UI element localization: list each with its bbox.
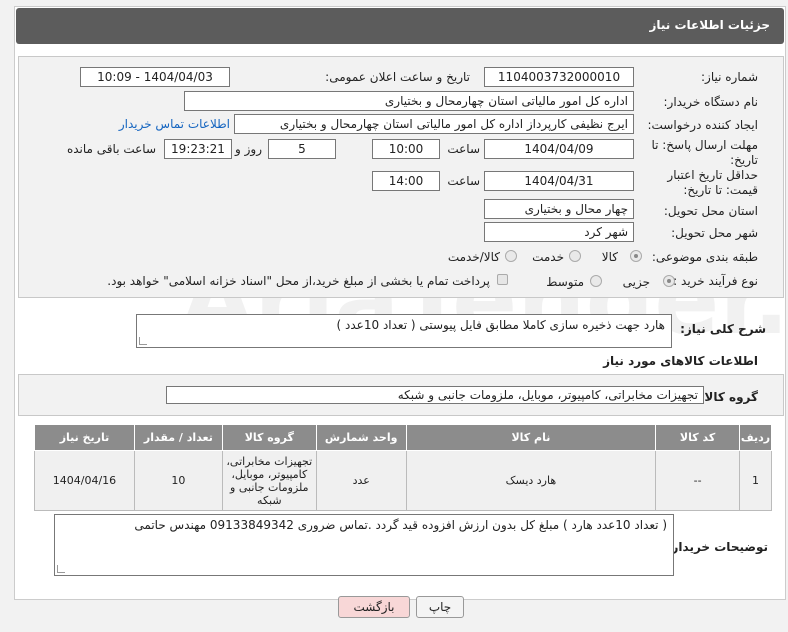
reply-deadline-label: مهلت ارسال پاسخ: تا تاریخ: <box>651 138 758 167</box>
buyer-notes-text: ( تعداد 10عدد هارد ) مبلغ کل بدون ارزش ا… <box>134 518 667 532</box>
price-validity-time: 14:00 <box>372 171 440 191</box>
description-textarea[interactable]: هارد جهت ذخیره سازی کاملا مطابق فایل پیو… <box>136 314 672 348</box>
goods-group-field: تجهیزات مخابراتی، کامپیوتر، موبایل، ملزو… <box>166 386 704 404</box>
description-text: هارد جهت ذخیره سازی کاملا مطابق فایل پیو… <box>336 318 665 332</box>
category-label: طبقه بندی موضوعی: <box>651 250 758 264</box>
table-header-row: ردیف کد کالا نام کالا واحد شمارش گروه کا… <box>34 424 772 451</box>
treasury-note: پرداخت تمام یا بخشی از مبلغ خرید،از محل … <box>107 274 490 288</box>
table-row[interactable]: 1 -- هارد دیسک عدد تجهیزات مخابراتی، کام… <box>34 450 772 511</box>
back-button[interactable]: بازگشت <box>338 596 410 618</box>
cell-unit: عدد <box>315 450 407 511</box>
announce-datetime-label: تاریخ و ساعت اعلان عمومی: <box>325 70 470 84</box>
announce-datetime-field: 1404/04/03 - 10:09 <box>80 67 230 87</box>
category-radio-goods-service[interactable] <box>505 250 517 262</box>
col-goods-group: گروه کالا <box>221 424 317 451</box>
items-table: ردیف کد کالا نام کالا واحد شمارش گروه کا… <box>34 424 772 511</box>
buyer-notes-textarea[interactable]: ( تعداد 10عدد هارد ) مبلغ کل بدون ارزش ا… <box>54 514 674 576</box>
reply-days-label: روز و <box>235 142 262 156</box>
page-header: جزئیات اطلاعات نیاز <box>16 8 784 44</box>
price-validity-label: حداقل تاریخ اعتبار قیمت: تا تاریخ: <box>667 168 758 197</box>
col-need-date: تاریخ نیاز <box>34 424 135 451</box>
remaining-time-field: 19:23:21 <box>164 139 232 159</box>
cell-row-number: 1 <box>739 450 772 511</box>
category-option-goods: کالا <box>601 250 618 264</box>
print-button[interactable]: چاپ <box>416 596 464 618</box>
process-option-medium: متوسط <box>546 275 584 289</box>
goods-info-title: اطلاعات کالاهای مورد نیاز <box>603 354 758 368</box>
description-label: شرح کلی نیاز: <box>680 322 766 336</box>
page-title: جزئیات اطلاعات نیاز <box>649 18 770 32</box>
col-item-name: نام کالا <box>405 424 657 451</box>
delivery-province-label: استان محل تحویل: <box>663 204 758 218</box>
reply-days-field: 5 <box>268 139 336 159</box>
delivery-province-field: چهار محال و بختیاری <box>484 199 634 219</box>
col-item-code: کد کالا <box>655 424 741 451</box>
resize-grip-icon[interactable] <box>139 337 147 345</box>
process-radio-medium[interactable] <box>590 275 602 287</box>
delivery-city-field: شهر کرد <box>484 222 634 242</box>
category-option-service: خدمت <box>532 250 564 264</box>
requester-label: ایجاد کننده درخواست: <box>647 118 758 132</box>
need-number-label: شماره نیاز: <box>701 70 758 84</box>
category-option-goods-service: کالا/خدمت <box>447 250 500 264</box>
process-option-minor: جزیی <box>622 275 650 289</box>
buyer-org-label: نام دستگاه خریدار: <box>663 95 759 109</box>
price-validity-date: 1404/04/31 <box>484 171 634 191</box>
col-row-number: ردیف <box>739 424 772 451</box>
reply-time-label: ساعت <box>447 142 480 156</box>
cell-quantity: 10 <box>133 450 223 511</box>
treasury-checkbox[interactable] <box>497 274 508 285</box>
col-unit: واحد شمارش <box>315 424 407 451</box>
reply-deadline-date: 1404/04/09 <box>484 139 634 159</box>
category-radio-goods[interactable] <box>630 250 642 262</box>
process-type-label: نوع فرآیند خرید : <box>673 274 758 288</box>
process-radio-minor[interactable] <box>663 275 675 287</box>
cell-need-date: 1404/04/16 <box>34 450 135 511</box>
buyer-org-field: اداره کل امور مالیاتی استان چهارمحال و ب… <box>184 91 634 111</box>
requester-field: ایرج نظیفی کارپرداز اداره کل امور مالیات… <box>234 114 634 134</box>
delivery-city-label: شهر محل تحویل: <box>671 226 758 240</box>
buyer-notes-label: توضیحات خریدار: <box>666 540 768 554</box>
buyer-contact-link[interactable]: اطلاعات تماس خریدار <box>119 117 230 131</box>
cell-item-code: -- <box>655 450 741 511</box>
reply-deadline-time: 10:00 <box>372 139 440 159</box>
remaining-time-label: ساعت باقی مانده <box>66 142 156 156</box>
cell-item-name: هارد دیسک <box>405 450 657 511</box>
resize-grip-icon[interactable] <box>57 565 65 573</box>
category-radio-service[interactable] <box>569 250 581 262</box>
cell-goods-group: تجهیزات مخابراتی، کامپیوتر، موبایل، ملزو… <box>221 450 317 511</box>
goods-group-label: گروه کالا: <box>699 390 758 404</box>
need-number-field: 1104003732000010 <box>484 67 634 87</box>
col-quantity: تعداد / مقدار <box>133 424 223 451</box>
price-validity-time-label: ساعت <box>447 174 480 188</box>
